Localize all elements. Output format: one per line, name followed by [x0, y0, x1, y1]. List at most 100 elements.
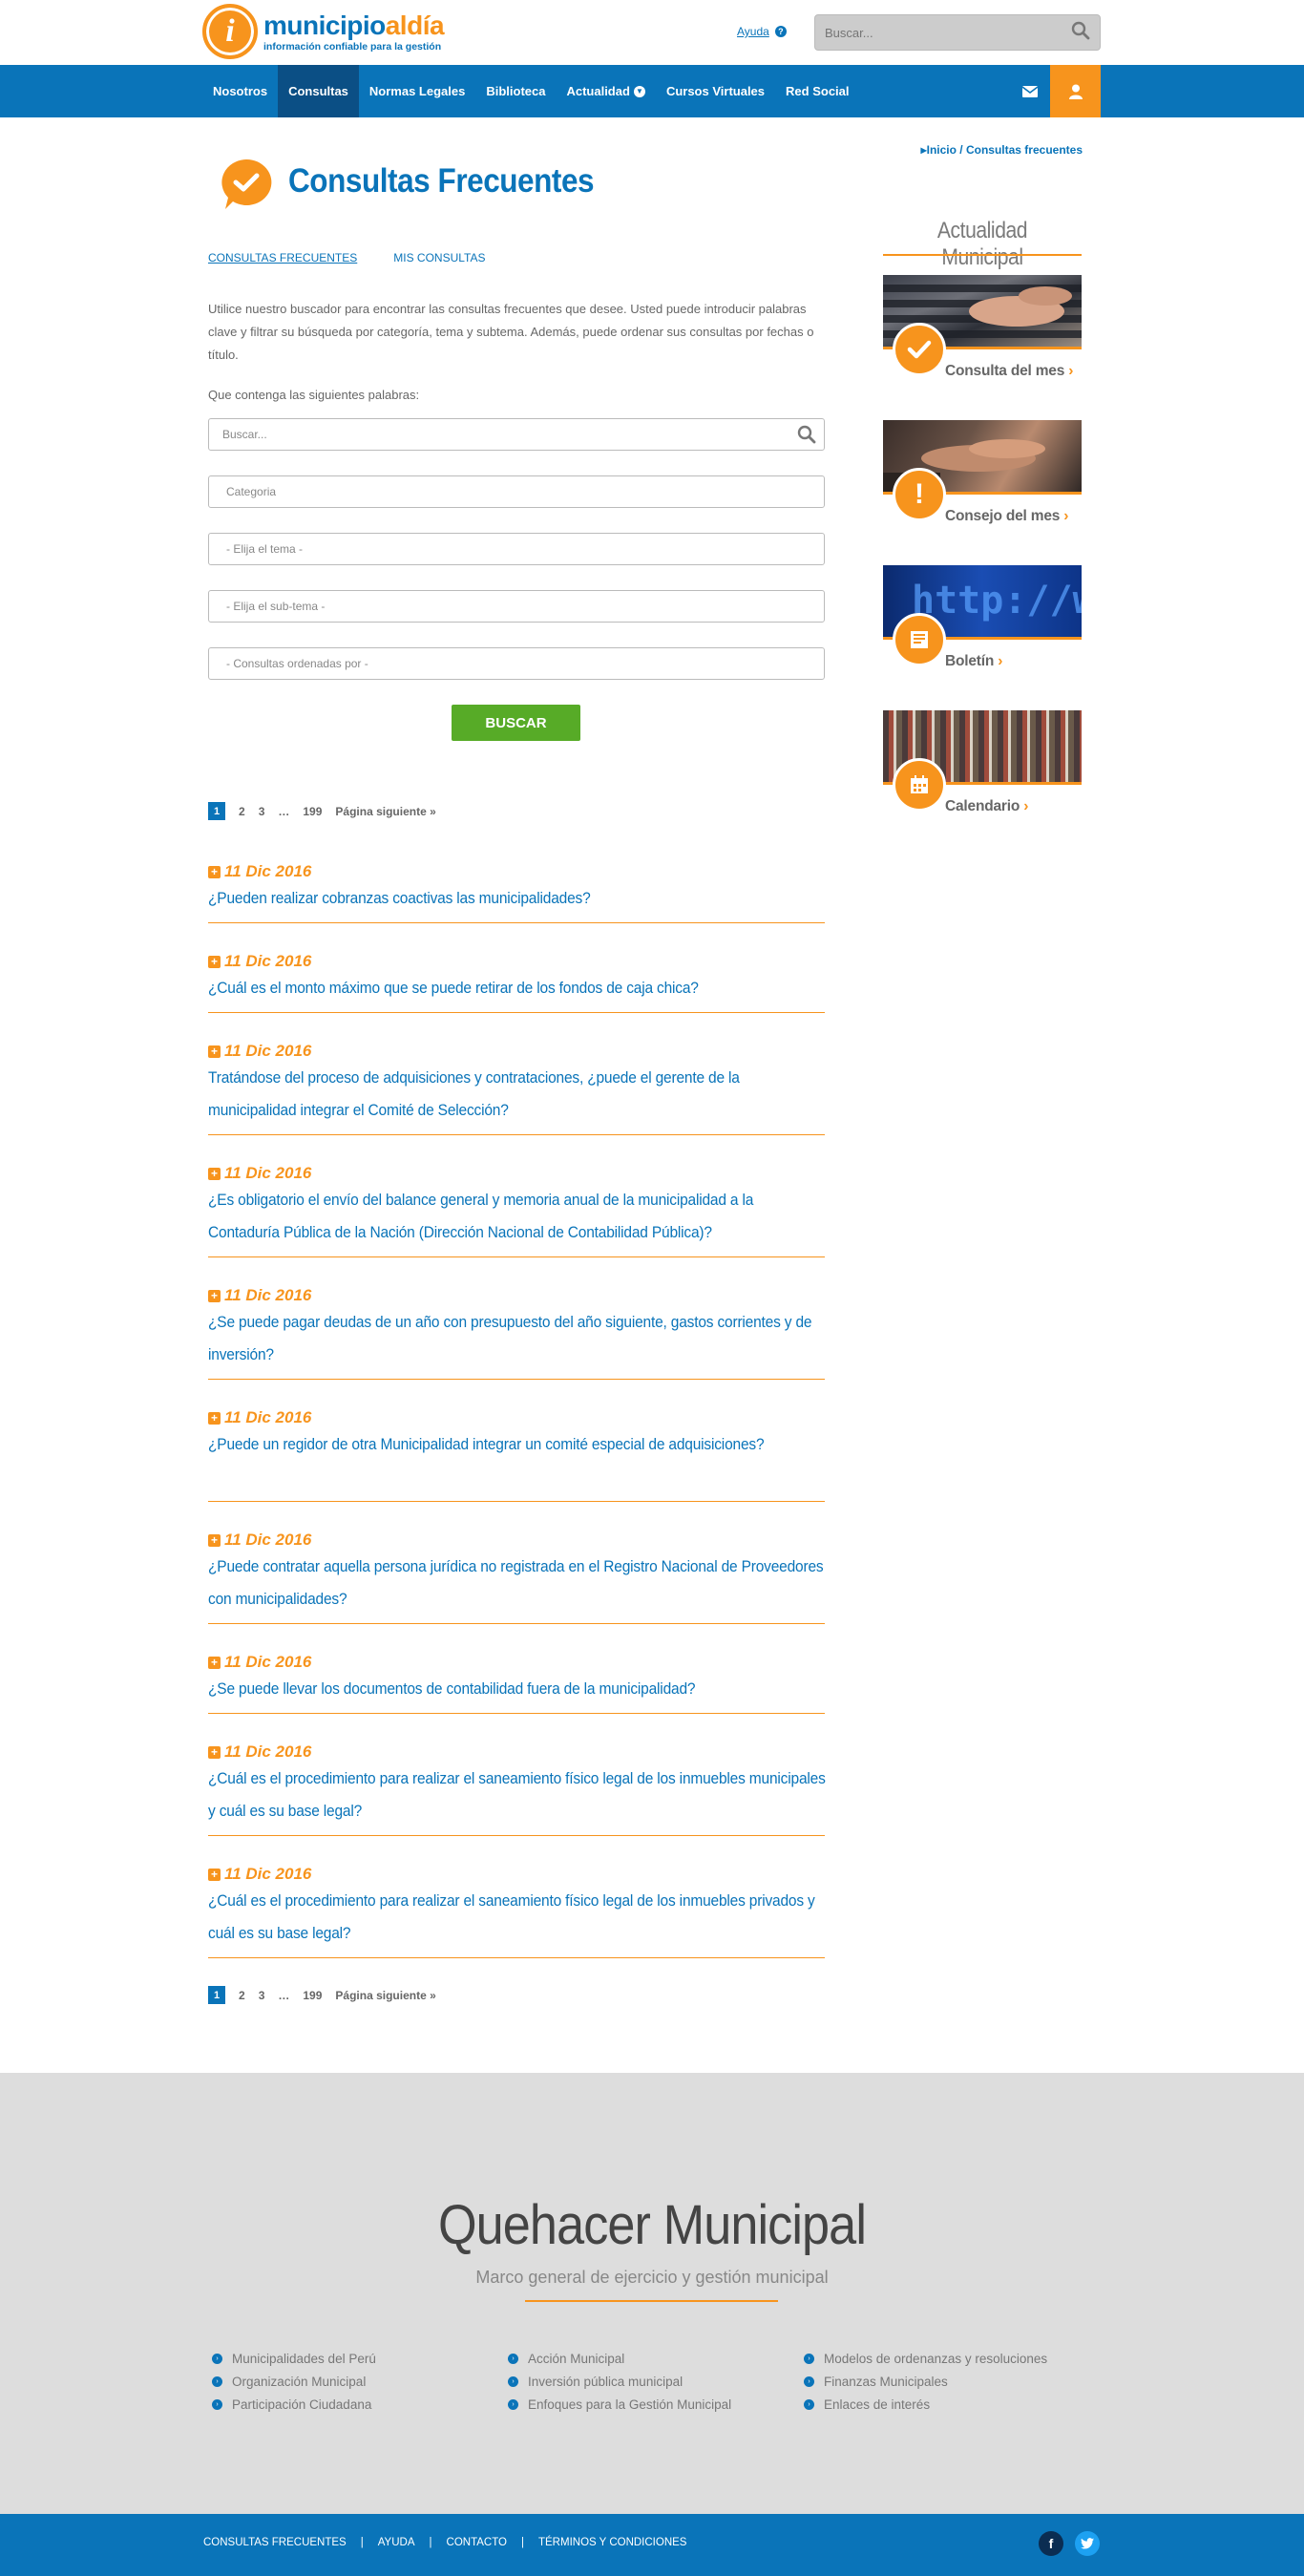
faq-question-link[interactable]: ¿Cuál es el monto máximo que se puede re… [208, 972, 828, 1004]
page-link[interactable]: 3 [259, 805, 265, 818]
facebook-icon[interactable]: f [1039, 2531, 1063, 2556]
page-link[interactable]: 2 [239, 1989, 245, 2002]
plus-icon[interactable]: + [208, 1289, 221, 1302]
faq-date: 11 Dic 2016 [224, 1653, 312, 1671]
nav-item-nosotros[interactable]: Nosotros [202, 65, 278, 117]
search-icon[interactable] [1071, 21, 1090, 45]
faq-question-link[interactable]: ¿Es obligatorio el envío del balance gen… [208, 1184, 828, 1249]
order-select[interactable]: - Consultas ordenadas por - [208, 647, 825, 680]
sidebar-card-boletin[interactable]: http://www Boletín › [883, 565, 1082, 689]
footer-link[interactable]: › Inversión pública municipal [508, 2370, 731, 2393]
footer-link[interactable]: › Organización Municipal [212, 2370, 376, 2393]
footer-link[interactable]: › Enlaces de interés [804, 2393, 1047, 2416]
faq-date: 11 Dic 2016 [224, 1286, 312, 1304]
plus-icon[interactable]: + [208, 1533, 221, 1547]
sidebar-title: Actualidad Municipal [936, 218, 1028, 270]
plus-icon[interactable]: + [208, 1045, 221, 1058]
faq-question-link[interactable]: ¿Puede un regidor de otra Municipalidad … [208, 1428, 828, 1461]
header-search-input[interactable] [825, 25, 1071, 40]
plus-icon[interactable]: + [208, 1411, 221, 1425]
plus-icon[interactable]: + [208, 1167, 221, 1180]
sidebar-card-consejo[interactable]: ! Consejo del mes › [883, 420, 1082, 544]
svg-text:http://www: http://www [912, 579, 1082, 623]
sidebar-card-consulta[interactable]: Consulta del mes › [883, 275, 1082, 399]
footer-link[interactable]: › Participación Ciudadana [212, 2393, 376, 2416]
search-icon[interactable] [797, 425, 816, 447]
faq-question-link[interactable]: ¿Cuál es el procedimiento para realizar … [208, 1885, 828, 1950]
chevron-circle-icon: › [804, 2375, 814, 2387]
nav-item-normas-legales[interactable]: Normas Legales [359, 65, 475, 117]
footer-link[interactable]: › Acción Municipal [508, 2347, 731, 2370]
chevron-circle-icon: › [212, 2375, 222, 2387]
faq-date: 11 Dic 2016 [224, 1865, 312, 1883]
plus-icon[interactable]: + [208, 865, 221, 878]
footer-link[interactable]: › Modelos de ordenanzas y resoluciones [804, 2347, 1047, 2370]
footer-nav-consultas[interactable]: CONSULTAS FRECUENTES [203, 2537, 361, 2548]
help-link[interactable]: Ayuda? [737, 25, 787, 38]
chevron-circle-icon: › [508, 2353, 518, 2364]
footer-nav-terminos[interactable]: TÉRMINOS Y CONDICIONES [524, 2537, 702, 2548]
plus-icon[interactable]: + [208, 1745, 221, 1759]
nav-item-consultas[interactable]: Consultas [278, 65, 359, 117]
subtheme-select[interactable]: - Elija el sub-tema - [208, 590, 825, 623]
user-icon[interactable] [1050, 65, 1101, 117]
nav-item-cursos-virtuales[interactable]: Cursos Virtuales [656, 65, 775, 117]
buscar-button[interactable]: BUSCAR [452, 705, 580, 741]
footer-quehacer [0, 2073, 1304, 2514]
page-link[interactable]: 2 [239, 805, 245, 818]
faq-item: +11 Dic 2016 ¿Se puede llevar los docume… [208, 1652, 825, 1714]
faq-item: +11 Dic 2016 ¿Puede un regidor de otra M… [208, 1407, 825, 1502]
faq-question-link[interactable]: ¿Se puede llevar los documentos de conta… [208, 1673, 828, 1705]
faq-question-link[interactable]: ¿Se puede pagar deudas de un año con pre… [208, 1306, 828, 1371]
page-ellipsis: … [278, 1988, 290, 2002]
nav-item-actualidad[interactable]: Actualidad ▼ [556, 65, 655, 117]
faq-question-link[interactable]: ¿Puede contratar aquella persona jurídic… [208, 1551, 828, 1615]
keyword-search-field[interactable]: Buscar... [208, 418, 825, 451]
page-link[interactable]: 3 [259, 1989, 265, 2002]
footer-nav-contacto[interactable]: CONTACTO [432, 2537, 521, 2548]
keyword-search-input[interactable]: Buscar... [222, 428, 267, 441]
category-select[interactable]: Categoria [208, 475, 825, 508]
chevron-circle-icon: › [804, 2398, 814, 2410]
plus-icon[interactable]: + [208, 1656, 221, 1669]
next-page-link[interactable]: Página siguiente » [335, 805, 435, 818]
plus-icon[interactable]: + [208, 955, 221, 968]
consultas-tabs: CONSULTAS FRECUENTES MIS CONSULTAS [208, 251, 485, 264]
sidebar-card-calendario[interactable]: Calendario › [883, 710, 1082, 834]
chevron-right-icon: › [1023, 798, 1029, 814]
footer-link[interactable]: › Municipalidades del Perú [212, 2347, 376, 2370]
question-icon: ? [774, 26, 787, 37]
twitter-icon[interactable] [1075, 2531, 1100, 2556]
breadcrumb[interactable]: ▸Inicio / Consultas frecuentes [921, 143, 1083, 157]
nav-item-biblioteca[interactable]: Biblioteca [475, 65, 556, 117]
chevron-circle-icon: › [508, 2375, 518, 2387]
footer-link[interactable]: › Finanzas Municipales [804, 2370, 1047, 2393]
header-search [814, 14, 1101, 51]
tab-consultas-frecuentes[interactable]: CONSULTAS FRECUENTES [208, 251, 357, 264]
theme-select[interactable]: - Elija el tema - [208, 533, 825, 565]
page-ellipsis: … [278, 804, 290, 818]
faq-date: 11 Dic 2016 [224, 1164, 312, 1182]
footer-link-label: Inversión pública municipal [528, 2374, 684, 2389]
page-link[interactable]: 199 [303, 1989, 322, 2002]
footer-nav-ayuda[interactable]: AYUDA [364, 2537, 430, 2548]
chevron-right-icon: › [998, 653, 1003, 669]
faq-item: +11 Dic 2016 ¿Pueden realizar cobranzas … [208, 861, 825, 923]
plus-icon[interactable]: + [208, 1868, 221, 1881]
site-logo[interactable]: i municipioaldía información confiable p… [202, 4, 445, 59]
mail-icon[interactable] [1010, 65, 1050, 117]
faq-question-link[interactable]: ¿Pueden realizar cobranzas coactivas las… [208, 882, 828, 915]
page-link-current[interactable]: 1 [208, 802, 225, 820]
faq-question-link[interactable]: ¿Cuál es el procedimiento para realizar … [208, 1763, 828, 1827]
chevron-right-icon: › [1063, 508, 1069, 524]
page-link[interactable]: 199 [303, 805, 322, 818]
footer-link-label: Finanzas Municipales [824, 2374, 948, 2389]
tab-mis-consultas[interactable]: MIS CONSULTAS [393, 251, 485, 264]
faq-question-link[interactable]: Tratándose del proceso de adquisiciones … [208, 1062, 828, 1127]
next-page-link[interactable]: Página siguiente » [335, 1989, 435, 2002]
footer-link-label: Enfoques para la Gestión Municipal [528, 2397, 732, 2412]
nav-item-red-social[interactable]: Red Social [775, 65, 859, 117]
footer-link[interactable]: › Enfoques para la Gestión Municipal [508, 2393, 731, 2416]
faq-item: +11 Dic 2016 ¿Cuál es el monto máximo qu… [208, 951, 825, 1013]
page-link-current[interactable]: 1 [208, 1986, 225, 2004]
